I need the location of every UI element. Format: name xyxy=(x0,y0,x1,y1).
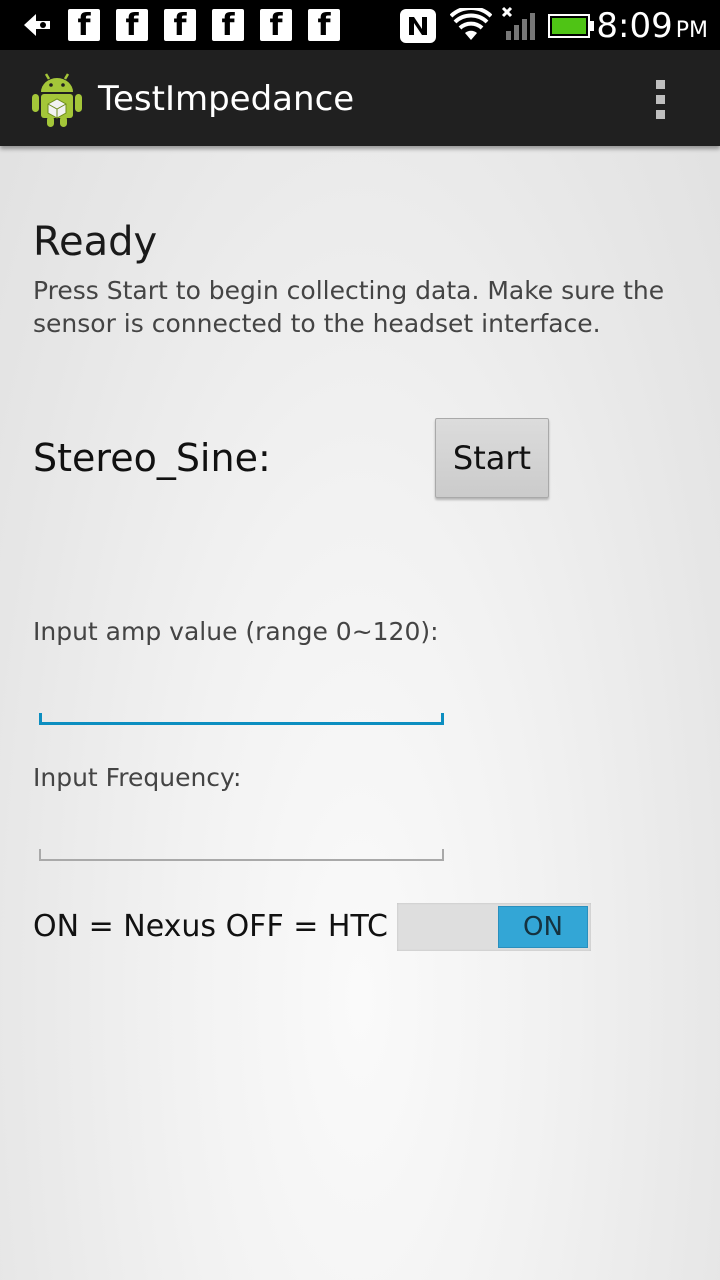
time-value: 8:09 xyxy=(596,6,673,46)
amp-input-field[interactable] xyxy=(39,687,445,725)
action-bar: TestImpedance xyxy=(0,50,720,146)
facebook-icon: f xyxy=(116,9,148,43)
status-title: Ready xyxy=(33,219,158,265)
start-button[interactable]: Start xyxy=(435,418,549,498)
facebook-icon: f xyxy=(260,9,292,43)
amp-input[interactable] xyxy=(42,687,445,720)
facebook-icon: f xyxy=(212,9,244,43)
overflow-menu-icon[interactable] xyxy=(656,80,668,120)
signal-icon xyxy=(501,6,535,40)
nexus-htc-toggle[interactable]: ON xyxy=(397,903,591,951)
status-message: Press Start to begin collecting data. Ma… xyxy=(33,276,665,338)
frequency-label: Input Frequency: xyxy=(33,763,242,792)
amp-label: Input amp value (range 0~120): xyxy=(33,617,439,646)
frequency-input[interactable] xyxy=(41,824,446,857)
back-arrow-icon xyxy=(24,14,50,36)
facebook-icon: f xyxy=(308,9,340,43)
android-app-icon[interactable] xyxy=(30,68,84,128)
facebook-icon: f xyxy=(68,9,100,43)
app-title: TestImpedance xyxy=(98,79,355,119)
facebook-icon: f xyxy=(164,9,196,43)
toggle-label: ON = Nexus OFF = HTC xyxy=(33,909,388,944)
wifi-icon xyxy=(450,8,492,40)
battery-icon xyxy=(548,14,594,38)
status-bar: f f f f f f 8:09 PM xyxy=(0,0,720,50)
frequency-input-field[interactable] xyxy=(39,824,446,861)
stereo-sine-label: Stereo_Sine: xyxy=(33,436,271,480)
nfc-icon xyxy=(400,9,436,43)
toggle-thumb[interactable]: ON xyxy=(498,906,588,948)
status-time: 8:09 PM xyxy=(596,6,708,46)
time-ampm: PM xyxy=(675,18,708,43)
